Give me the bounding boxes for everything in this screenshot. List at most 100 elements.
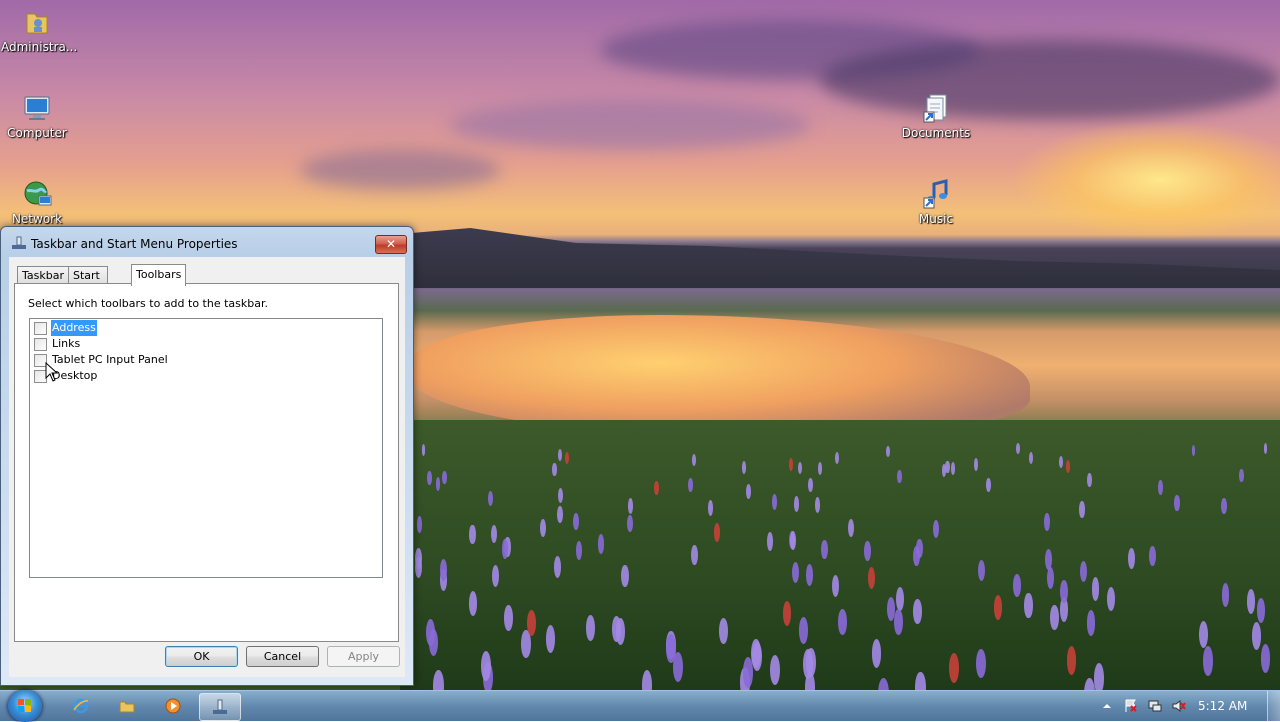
wallpaper-flower	[789, 530, 797, 550]
music-shortcut-icon	[920, 178, 952, 210]
show-desktop-button[interactable]	[1267, 691, 1280, 721]
wallpaper-flower	[745, 484, 751, 499]
wallpaper-flower	[1246, 589, 1255, 614]
wallpaper-flower	[894, 609, 903, 636]
wallpaper-flower	[527, 610, 536, 637]
list-item-label: Tablet PC Input Panel	[52, 353, 168, 366]
wallpaper-flower	[552, 462, 557, 476]
wallpaper-flower	[586, 614, 596, 642]
taskbar-taskbar-properties[interactable]	[199, 693, 241, 721]
wallpaper-flower	[1199, 620, 1209, 648]
ok-button[interactable]: OK	[165, 646, 238, 667]
wallpaper-flower	[912, 545, 920, 567]
desktop-icon-documents[interactable]: Documents	[900, 92, 972, 140]
wallpaper-flower	[1079, 501, 1085, 518]
network-tray-icon[interactable]	[1148, 699, 1162, 713]
wallpaper-flower	[863, 541, 871, 562]
wallpaper-flower	[913, 598, 922, 624]
wallpaper-flower	[741, 460, 746, 474]
wallpaper-cloud	[450, 100, 810, 150]
network-icon	[21, 178, 53, 210]
wallpaper-flower	[791, 561, 799, 584]
cancel-button[interactable]: Cancel	[246, 646, 319, 667]
wallpaper-flower	[1251, 622, 1261, 650]
wallpaper-flower	[1013, 574, 1021, 597]
wallpaper-flower	[415, 548, 422, 569]
taskbar-media-player[interactable]	[153, 693, 193, 719]
wallpaper-flower	[1091, 577, 1100, 601]
wallpaper-flower	[977, 559, 985, 582]
dialog-title: Taskbar and Start Menu Properties	[31, 237, 238, 251]
wallpaper-flower	[897, 469, 902, 484]
wallpaper-flower	[993, 595, 1003, 621]
wallpaper-flower	[871, 639, 882, 669]
wallpaper-flower	[769, 654, 780, 685]
system-clock[interactable]: 5:12 AM	[1198, 699, 1247, 713]
tab-toolbars[interactable]: Toolbars	[131, 264, 187, 286]
wallpaper-meadow	[400, 420, 1280, 690]
wallpaper-flower	[915, 671, 926, 690]
user-folder-icon	[21, 6, 53, 38]
computer-icon	[21, 92, 53, 124]
show-hidden-icons-arrow[interactable]	[1100, 699, 1114, 713]
volume-muted-icon[interactable]	[1172, 699, 1186, 713]
desktop-icon-network[interactable]: Network	[1, 178, 73, 226]
desktop-icon-music[interactable]: Music	[900, 178, 972, 226]
wallpaper-cloud	[300, 150, 500, 190]
wallpaper-flower	[425, 619, 435, 647]
wallpaper-flower	[945, 460, 950, 474]
wallpaper-flower	[553, 556, 561, 578]
wallpaper-flower	[707, 499, 714, 516]
dialog-titlebar[interactable]: Taskbar and Start Menu Properties ✕	[1, 227, 413, 257]
desktop-icon-label: Computer	[7, 126, 67, 140]
media-player-icon	[165, 698, 181, 714]
wallpaper-flower	[837, 608, 847, 635]
wallpaper-flower	[986, 477, 991, 493]
wallpaper-flower	[834, 452, 839, 465]
instruction-text: Select which toolbars to add to the task…	[28, 297, 268, 310]
wallpaper-flower	[1086, 472, 1092, 487]
links-checkbox[interactable]	[34, 338, 47, 351]
address-checkbox[interactable]	[34, 322, 47, 335]
wallpaper-flower	[895, 586, 904, 611]
wallpaper-flower	[973, 458, 978, 471]
desktop-icon-label: Music	[918, 212, 954, 226]
wallpaper-flower	[621, 565, 629, 588]
wallpaper-flower	[950, 461, 956, 475]
wallpaper-flower	[1065, 460, 1071, 473]
list-item-label: Links	[52, 337, 81, 350]
taskbar-windows-explorer[interactable]	[107, 693, 147, 719]
wallpaper-flower	[468, 591, 477, 616]
wallpaper-flower	[439, 559, 447, 581]
wallpaper-flower	[1046, 566, 1055, 589]
wallpaper-flower	[1016, 443, 1020, 455]
desktop-icon-label: Administra...	[1, 40, 78, 54]
wallpaper-flower	[491, 564, 500, 587]
desktop-icon-label: Network	[11, 212, 63, 226]
wallpaper-flower	[932, 520, 939, 539]
desktop-icon-administrator[interactable]: Administra...	[1, 6, 78, 54]
dialog-client-area: Taskbar Start Menu Toolbars Select which…	[9, 257, 405, 677]
taskbar-properties-icon	[213, 699, 227, 714]
wallpaper-flower	[611, 615, 621, 643]
wallpaper-flower	[540, 518, 546, 537]
wallpaper-flower	[1239, 468, 1244, 483]
wallpaper-flower	[1024, 593, 1033, 618]
action-center-icon[interactable]	[1124, 699, 1138, 713]
toolbars-listbox[interactable]: Address Links Tablet PC Input Panel Desk…	[29, 318, 383, 578]
wallpaper-flower	[691, 453, 696, 466]
taskbar-properties-icon	[11, 236, 27, 250]
wallpaper-flower	[1221, 497, 1227, 514]
taskbar-internet-explorer[interactable]	[61, 693, 101, 719]
apply-button[interactable]: Apply	[327, 646, 400, 667]
close-button[interactable]: ✕	[375, 235, 407, 254]
wallpaper-flower	[941, 463, 946, 477]
wallpaper-flower	[948, 652, 959, 683]
desktop-icon-computer[interactable]: Computer	[1, 92, 73, 140]
wallpaper-flower	[714, 523, 721, 542]
wallpaper-flower	[1202, 646, 1213, 676]
wallpaper-flower	[1028, 452, 1033, 465]
wallpaper-flower	[1158, 480, 1163, 495]
windows-explorer-icon	[119, 701, 135, 713]
start-button[interactable]	[8, 690, 42, 722]
